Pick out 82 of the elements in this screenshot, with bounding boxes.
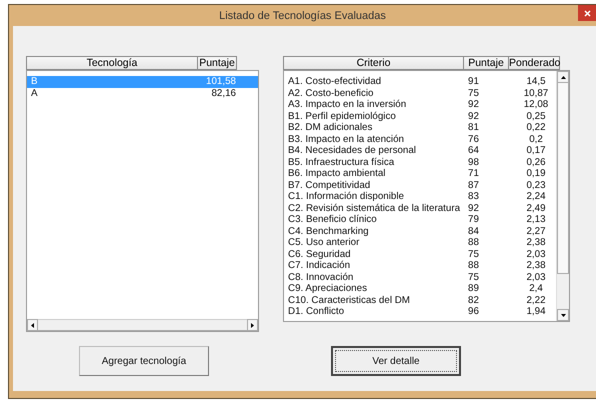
table-cell-text: 0,23 [525, 180, 547, 191]
table-cell-text: B7. Competitividad [287, 180, 372, 191]
table-cell-text: 98 [467, 156, 480, 168]
table-cell-text: 82,16 [210, 88, 237, 99]
horizontal-scrollbar[interactable] [27, 319, 258, 331]
table-cell-text: A [30, 88, 39, 99]
table-cell-text: 71 [467, 168, 480, 180]
close-icon [584, 10, 590, 16]
table-cell-text: B5. Infraestructura física [287, 156, 396, 168]
table-cell-text: C7. Indicación [287, 260, 352, 272]
table-cell-text: 83 [467, 191, 480, 202]
table-cell-text: B3. Impacto en la atención [287, 134, 406, 145]
table-cell-text: 0,26 [525, 156, 547, 168]
table-cell-text: 75 [467, 88, 480, 99]
table-cell-text: 2,4 [528, 283, 544, 294]
table-cell-text: 2,49 [525, 202, 547, 214]
window-title: Listado de Tecnologías Evaluadas [219, 10, 386, 22]
vertical-scrollbar[interactable] [556, 71, 569, 321]
table-cell-text: 0,19 [525, 168, 547, 180]
table-cell-text: 75 [467, 248, 480, 260]
column-header[interactable]: Ponderado [508, 56, 560, 70]
table-cell-text: C10. Caracteristicas del DM [287, 294, 411, 306]
column-header[interactable]: Puntaje [197, 56, 237, 70]
table-cell-text: 1,94 [525, 306, 547, 318]
table-cell-text: C3. Beneficio clínico [287, 214, 378, 226]
table-cell-text: C8. Innovación [287, 272, 354, 283]
table-cell-text: 0,17 [525, 145, 547, 156]
table-cell-text: 82 [467, 294, 480, 306]
table-cell-text: D1. Conflicto [287, 306, 346, 318]
table-cell-text: 84 [467, 226, 480, 237]
table-cell-text: C5. Uso anterior [287, 237, 360, 248]
dialog-button[interactable]: Agregar tecnología [79, 346, 209, 376]
table-cell-text: 92 [467, 110, 480, 122]
table-cell-text: 79 [467, 214, 480, 226]
table-cell-text: B1. Perfil epidemiológico [287, 110, 397, 122]
table-cell-text: 12,08 [522, 99, 550, 110]
column-header[interactable]: Criterio [283, 56, 463, 70]
table-cell-text: B2. DM adicionales [287, 122, 374, 134]
table-cell-text: 2,24 [525, 191, 547, 202]
table-cell-text: 2,03 [525, 248, 547, 260]
table-cell-text: 92 [467, 202, 480, 214]
table-cell-text: 76 [467, 134, 480, 145]
table-cell-text: 101,58 [205, 76, 237, 88]
list-box[interactable] [283, 70, 570, 322]
table-cell-text: 75 [467, 272, 480, 283]
table-cell-text: C1. Información disponible [287, 191, 405, 202]
table-cell-text: 2,13 [525, 214, 547, 226]
table-cell-text: C9. Apreciaciones [287, 283, 368, 294]
table-cell-text: 2,22 [525, 294, 547, 306]
table-cell-text: 2,03 [525, 272, 547, 283]
table-cell-text: 96 [467, 306, 480, 318]
column-header[interactable]: Puntaje [463, 56, 508, 70]
column-header[interactable]: Tecnología [26, 56, 197, 70]
table-cell-text: 14,5 [525, 76, 547, 88]
table-cell-text: 92 [467, 99, 480, 110]
close-button[interactable] [578, 5, 596, 21]
table-cell-text: 2,38 [525, 260, 547, 272]
table-cell-text: 88 [467, 260, 480, 272]
table-cell-text: C2. Revisión sistemática de la literatura [287, 202, 462, 214]
table-cell-text: 87 [467, 180, 480, 191]
table-cell-text: 89 [467, 283, 480, 294]
table-cell-text: C4. Benchmarking [287, 226, 370, 237]
table-cell-text: A2. Costo-beneficio [287, 88, 374, 99]
list-row[interactable]: A 82,16 [27, 88, 258, 99]
table-cell-text: B6. Impacto ambiental [287, 168, 386, 180]
table-cell-text: 81 [467, 122, 480, 134]
table-cell-text: 0,2 [528, 134, 544, 145]
table-cell-text: 2,27 [525, 226, 547, 237]
list-box[interactable]: B 101,58 A 82,16 [26, 70, 259, 332]
table-cell-text: A3. Impacto en la inversión [287, 99, 408, 110]
table-cell-text: A1. Costo-efectividad [287, 76, 382, 88]
table-cell-text: 10,87 [522, 88, 550, 99]
dialog-button[interactable]: Ver detalle [331, 346, 461, 376]
table-cell-text: C6. Seguridad [287, 248, 352, 260]
table-cell-text: 88 [467, 237, 480, 248]
table-cell-text: B4. Necesidades de personal [287, 145, 417, 156]
table-cell-text: B [30, 76, 39, 88]
table-cell-text: 91 [467, 76, 480, 88]
table-cell-text: 0,22 [525, 122, 547, 134]
table-cell-text: 2,38 [525, 237, 547, 248]
table-cell-text: 0,25 [525, 110, 547, 122]
table-cell-text: 64 [467, 145, 480, 156]
